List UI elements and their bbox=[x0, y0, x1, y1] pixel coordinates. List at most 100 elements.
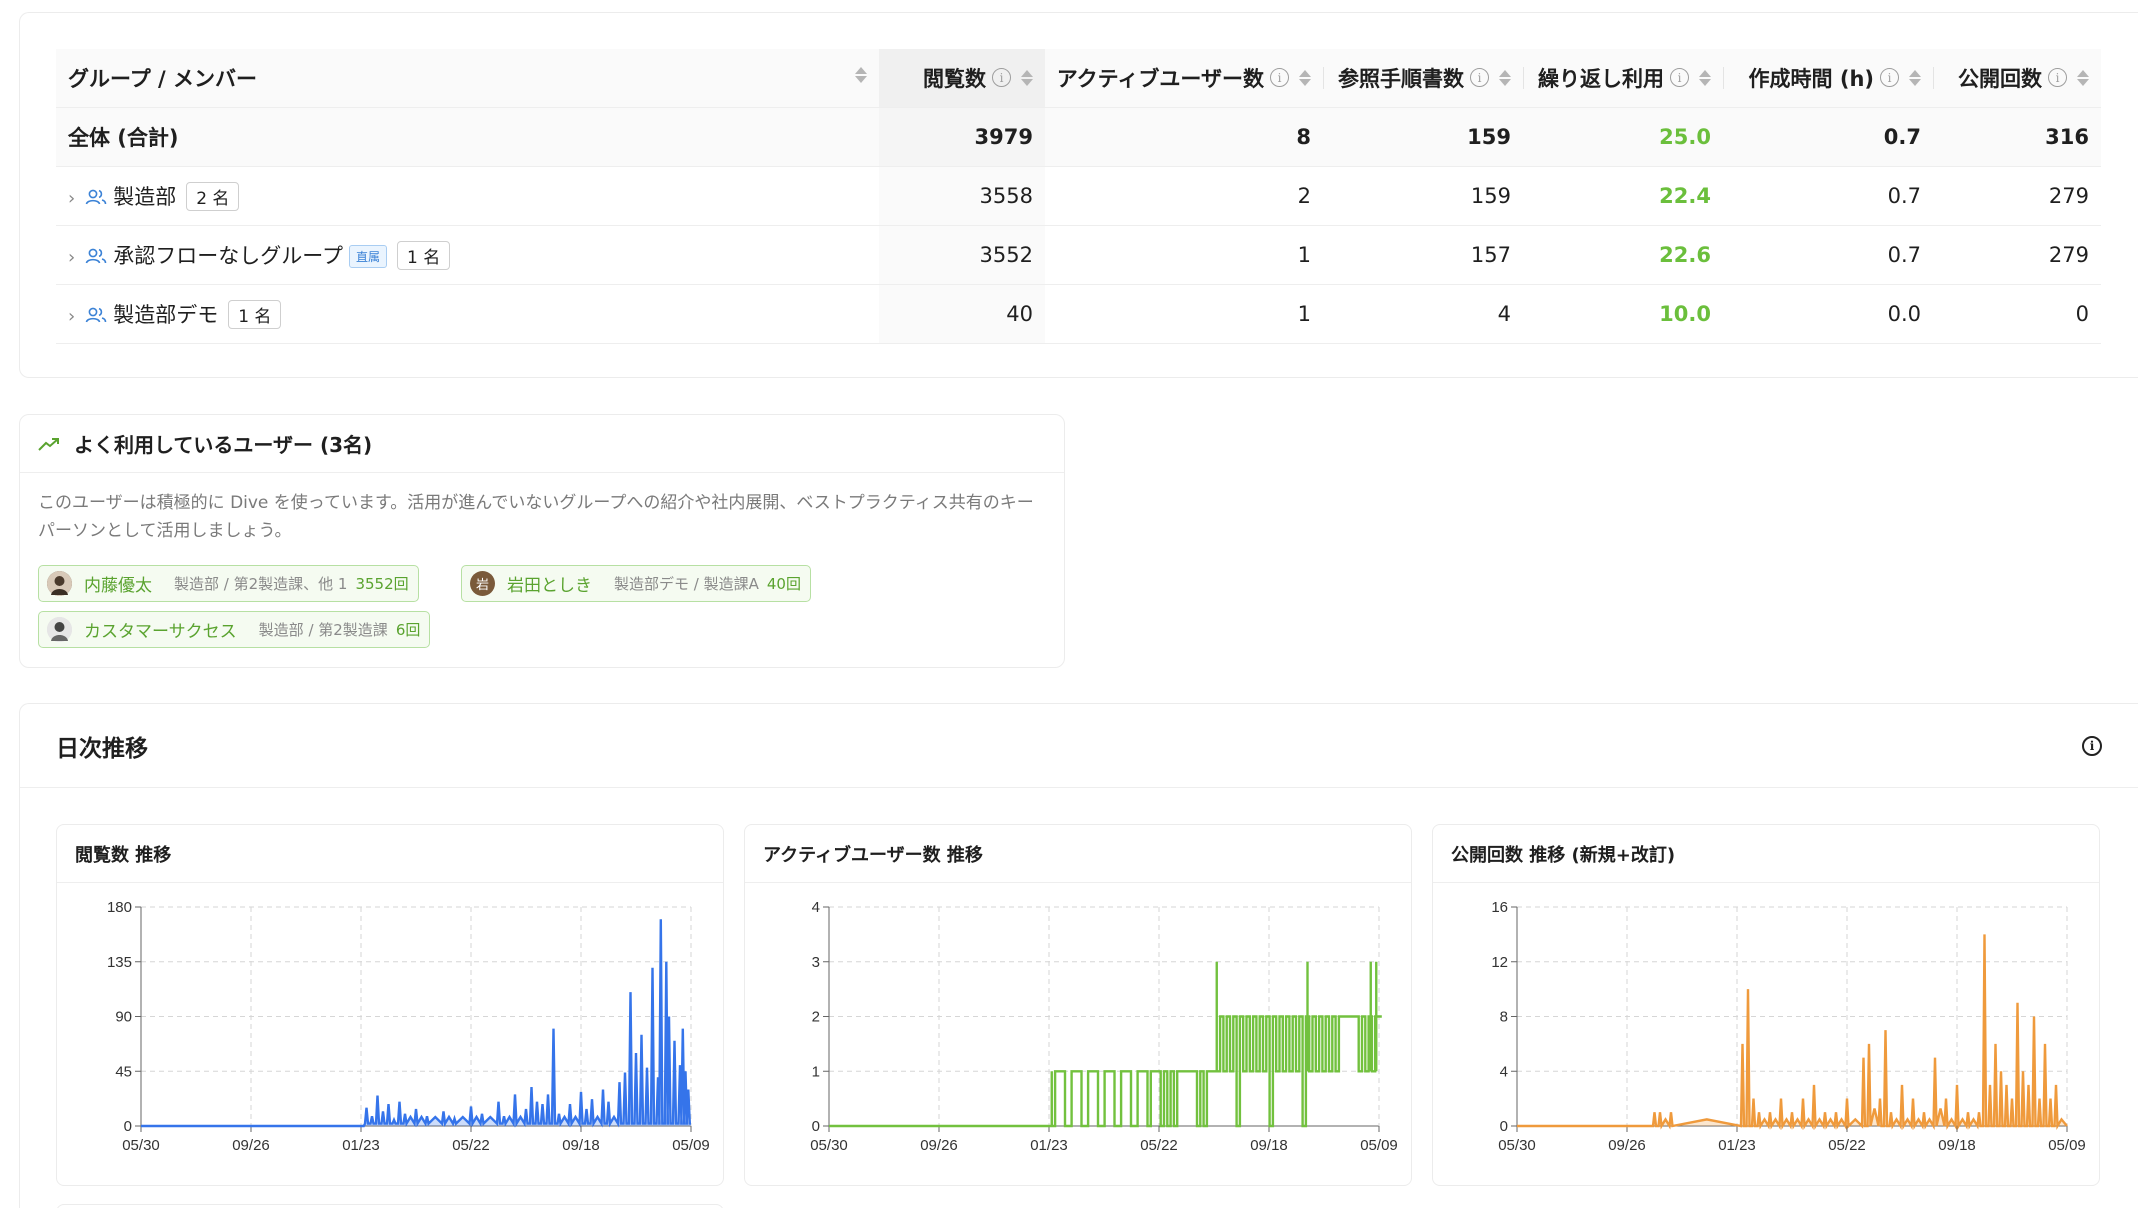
x-tick-label: 01/23 bbox=[1718, 1137, 1756, 1154]
user-name: 岩田としき bbox=[507, 576, 592, 596]
group-stats-card: グループ / メンバー 閲覧数 i アクティブユーザー数 i 参照手順書数 i 繰り返… bbox=[19, 12, 2138, 378]
x-tick-label: 09/26 bbox=[920, 1137, 958, 1154]
group-stats-table: グループ / メンバー 閲覧数 i アクティブユーザー数 i 参照手順書数 i 繰り返… bbox=[56, 49, 2101, 344]
info-icon[interactable]: i bbox=[2048, 68, 2067, 88]
sort-icon[interactable] bbox=[1499, 69, 1511, 86]
series-line bbox=[141, 919, 691, 1128]
x-tick-label: 05/22 bbox=[452, 1137, 490, 1154]
group-cell: › 承認フローなしグループ 直属 1 名 bbox=[56, 225, 879, 285]
y-tick-label: 2 bbox=[812, 1009, 820, 1026]
daily-trend-header: 日次推移 bbox=[20, 704, 2138, 788]
group-name[interactable]: 承認フローなしグループ bbox=[113, 244, 343, 268]
sort-icon[interactable] bbox=[855, 67, 867, 83]
info-icon[interactable]: i bbox=[992, 68, 1011, 88]
info-icon[interactable]: i bbox=[2082, 736, 2102, 756]
sort-icon[interactable] bbox=[1699, 69, 1711, 86]
referenced-docs-cell: 4 bbox=[1323, 284, 1523, 344]
sort-icon[interactable] bbox=[1299, 69, 1311, 86]
expand-chevron-icon[interactable]: › bbox=[68, 188, 75, 209]
referenced-docs-cell: 157 bbox=[1323, 225, 1523, 285]
total-creation-time: 0.7 bbox=[1723, 107, 1933, 167]
column-divider bbox=[1323, 67, 1324, 89]
publish-count-trend-plot: 0 4 8 12 16 05/30 09/26 01/23 05/22 09/18 05/09 bbox=[1491, 899, 2086, 1154]
user-chip[interactable]: カスタマーサクセス 製造部 / 第2製造課 6回 bbox=[38, 611, 431, 648]
y-tick-label: 4 bbox=[1500, 1063, 1508, 1080]
repeat-use-cell: 22.4 bbox=[1523, 166, 1723, 226]
views-trend-chart: 閲覧数 推移 0 45 90 135 180 05/30 09/26 01/23 05/22 09… bbox=[56, 824, 724, 1186]
x-tick-label: 09/18 bbox=[1250, 1137, 1288, 1154]
y-tick-label: 180 bbox=[107, 899, 132, 916]
table-row[interactable]: › 製造部デモ 1 名 40 1 4 10.0 0.0 0 bbox=[56, 284, 2101, 344]
x-tick-label: 01/23 bbox=[342, 1137, 380, 1154]
member-count-badge: 1 名 bbox=[228, 299, 282, 329]
user-usage-count: 40回 bbox=[766, 575, 801, 593]
y-tick-label: 4 bbox=[812, 899, 820, 916]
user-chip[interactable]: 内藤優太 製造部 / 第2製造課、他 1 3552回 bbox=[38, 565, 419, 602]
column-header-group-label: グループ / メンバー bbox=[68, 66, 258, 91]
referenced-docs-cell: 159 bbox=[1323, 166, 1523, 226]
user-name: カスタマーサクセス bbox=[84, 622, 237, 642]
y-tick-label: 0 bbox=[812, 1118, 820, 1135]
column-header-creation-time[interactable]: 作成時間 (h) i bbox=[1723, 49, 1933, 108]
publish-count-cell: 0 bbox=[1933, 284, 2101, 344]
chart-title: 公開回数 推移 (新規+改訂) bbox=[1433, 825, 2099, 883]
user-department: 製造部 / 第2製造課 bbox=[258, 621, 388, 639]
column-header-group[interactable]: グループ / メンバー bbox=[56, 49, 879, 108]
column-header-active-users[interactable]: アクティブユーザー数 i bbox=[1045, 49, 1323, 108]
table-row[interactable]: › 製造部 2 名 3558 2 159 22.4 0.7 279 bbox=[56, 166, 2101, 226]
sort-icon[interactable] bbox=[1021, 69, 1033, 86]
expand-chevron-icon[interactable]: › bbox=[68, 247, 75, 268]
member-count-badge: 2 名 bbox=[186, 181, 240, 211]
y-tick-label: 0 bbox=[1500, 1118, 1508, 1135]
info-icon[interactable]: i bbox=[1670, 68, 1689, 88]
total-label: 全体 (合計) bbox=[56, 107, 879, 167]
table-row[interactable]: › 承認フローなしグループ 直属 1 名 3552 1 157 22.6 0.7 27… bbox=[56, 225, 2101, 285]
group-cell: › 製造部 2 名 bbox=[56, 166, 879, 226]
total-referenced-docs: 159 bbox=[1323, 107, 1523, 167]
views-trend-plot: 0 45 90 135 180 05/30 09/26 01/23 05/22 09/18 05/0… bbox=[107, 899, 710, 1154]
user-usage-count: 6回 bbox=[395, 621, 421, 639]
total-repeat-use: 25.0 bbox=[1523, 107, 1723, 167]
column-divider bbox=[1723, 67, 1724, 89]
info-icon[interactable]: i bbox=[1270, 68, 1289, 88]
sort-icon[interactable] bbox=[1909, 69, 1921, 86]
group-icon bbox=[85, 307, 107, 322]
column-header-views[interactable]: 閲覧数 i bbox=[879, 49, 1045, 108]
x-tick-label: 01/23 bbox=[1030, 1137, 1068, 1154]
info-icon[interactable]: i bbox=[1470, 68, 1489, 88]
x-tick-label: 09/26 bbox=[1608, 1137, 1646, 1154]
group-name[interactable]: 製造部デモ bbox=[113, 303, 218, 327]
column-header-active-users-label: アクティブユーザー数 bbox=[1056, 66, 1264, 91]
column-header-repeat-use-label: 繰り返し利用 bbox=[1538, 66, 1664, 91]
group-name[interactable]: 製造部 bbox=[113, 185, 176, 209]
column-header-repeat-use[interactable]: 繰り返し利用 i bbox=[1523, 49, 1723, 108]
x-tick-label: 05/30 bbox=[122, 1137, 160, 1154]
publish-count-cell: 279 bbox=[1933, 166, 2101, 226]
publish-count-cell: 279 bbox=[1933, 225, 2101, 285]
sort-icon[interactable] bbox=[2077, 69, 2089, 86]
heavy-users-header: よく利用しているユーザー (3名) bbox=[20, 415, 1064, 473]
info-icon[interactable]: i bbox=[1880, 68, 1899, 88]
x-tick-label: 05/30 bbox=[1498, 1137, 1536, 1154]
repeat-use-cell: 22.6 bbox=[1523, 225, 1723, 285]
column-header-views-label: 閲覧数 bbox=[923, 66, 986, 91]
x-tick-label: 05/09 bbox=[2048, 1137, 2086, 1154]
y-tick-label: 90 bbox=[115, 1009, 132, 1026]
daily-trend-card: 日次推移 i 閲覧数 推移 0 45 90 135 180 05/30 09/26 01/23… bbox=[19, 703, 2138, 1208]
total-active-users: 8 bbox=[1045, 107, 1323, 167]
trending-up-icon bbox=[38, 437, 59, 451]
user-chip[interactable]: 岩 岩田としき 製造部デモ / 製造課A 40回 bbox=[461, 565, 811, 602]
active-users-trend-plot: 0 1 2 3 4 05/30 09/26 01/23 05/22 09/18 05/09 bbox=[810, 899, 1398, 1154]
column-header-referenced-docs[interactable]: 参照手順書数 i bbox=[1323, 49, 1523, 108]
series-area bbox=[141, 919, 691, 1126]
creation-time-cell: 0.7 bbox=[1723, 166, 1933, 226]
avatar bbox=[47, 617, 72, 642]
column-header-publish-count[interactable]: 公開回数 i bbox=[1933, 49, 2101, 108]
expand-chevron-icon[interactable]: › bbox=[68, 306, 75, 327]
heavy-users-description: このユーザーは積極的に Dive を使っています。活用が進んでいないグループへの… bbox=[38, 493, 1034, 541]
avatar bbox=[47, 571, 72, 596]
column-divider bbox=[1523, 67, 1524, 89]
creation-time-cell: 0.7 bbox=[1723, 225, 1933, 285]
y-tick-label: 1 bbox=[812, 1063, 820, 1080]
views-cell: 3558 bbox=[879, 166, 1045, 226]
